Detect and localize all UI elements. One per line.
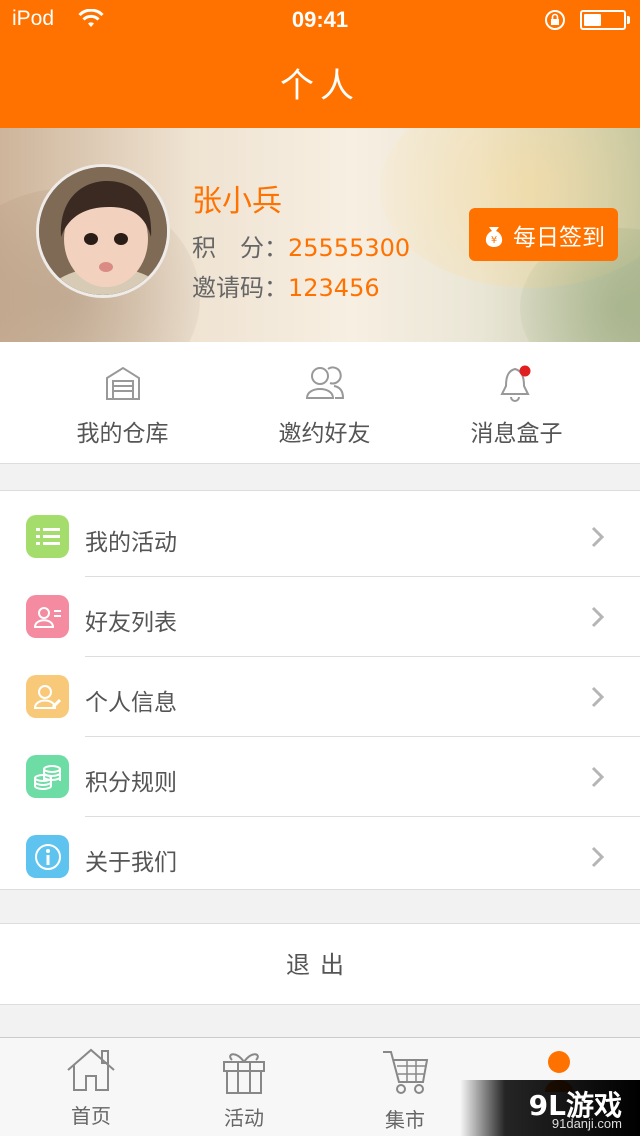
quick-action-label: 我的仓库 — [76, 421, 169, 447]
money-bag-icon: ¥ — [481, 221, 507, 249]
user-name: 张小兵 — [192, 184, 282, 219]
cart-icon — [328, 1046, 482, 1096]
menu-item-label: 我的活动 — [85, 530, 177, 556]
watermark-url: 91danji.com — [551, 1116, 622, 1131]
invite-label: 邀请码： — [192, 274, 288, 302]
menu-item-points-rules[interactable]: 积分规则 — [0, 737, 640, 817]
invite-friends-button[interactable]: 邀约好友 — [218, 342, 431, 464]
header-bar: iPod 09:41 个人 — [0, 0, 640, 128]
logout-button[interactable]: 退出 — [0, 923, 640, 1005]
tab-label: 活动 — [224, 1106, 264, 1130]
svg-text:¥: ¥ — [491, 235, 497, 246]
contact-card-icon — [26, 595, 69, 638]
menu-item-personal-info[interactable]: 个人信息 — [0, 657, 640, 737]
invite-line: 邀请码：123456 — [192, 268, 380, 303]
chevron-right-icon — [590, 605, 606, 633]
friends-icon — [218, 364, 431, 404]
battery-tip — [627, 16, 630, 24]
invite-code: 123456 — [288, 274, 380, 302]
menu-item-label: 关于我们 — [85, 850, 177, 876]
quick-actions: 我的仓库 邀约好友 消息盒子 — [0, 342, 640, 464]
menu-item-my-activities[interactable]: 我的活动 — [0, 497, 640, 577]
list-icon — [26, 515, 69, 558]
rotation-lock-icon — [544, 9, 568, 35]
gift-icon — [167, 1046, 321, 1096]
chevron-right-icon — [590, 525, 606, 553]
page-title: 个人 — [280, 66, 360, 106]
tab-label: 集市 — [385, 1108, 425, 1132]
points-label: 积 分： — [192, 234, 288, 262]
info-icon — [26, 835, 69, 878]
status-bar: iPod 09:41 — [0, 0, 640, 40]
coins-icon — [26, 755, 69, 798]
my-warehouse-button[interactable]: 我的仓库 — [16, 342, 229, 464]
points-line: 积 分：25555300 — [192, 228, 410, 263]
chevron-right-icon — [590, 685, 606, 713]
checkin-label: 每日签到 — [513, 224, 605, 251]
chevron-right-icon — [590, 765, 606, 793]
menu-item-label: 个人信息 — [85, 690, 177, 716]
points-value: 25555300 — [288, 234, 411, 262]
message-box-button[interactable]: 消息盒子 — [410, 342, 623, 464]
site-watermark: 9L游戏 91danji.com — [460, 1080, 640, 1136]
home-icon — [14, 1046, 168, 1092]
daily-checkin-button[interactable]: ¥ 每日签到 — [469, 208, 618, 261]
user-edit-icon — [26, 675, 69, 718]
quick-action-label: 邀约好友 — [278, 421, 371, 447]
battery-fill — [584, 14, 601, 26]
quick-action-label: 消息盒子 — [470, 421, 563, 447]
profile-header: 张小兵 积 分：25555300 邀请码：123456 ¥ 每日签到 — [0, 128, 640, 342]
menu-item-label: 积分规则 — [85, 770, 177, 796]
battery-icon — [580, 10, 626, 30]
tab-market[interactable]: 集市 — [328, 1038, 482, 1136]
settings-menu: 我的活动 好友列表 个人信息 积分规则 关于我们 — [0, 490, 640, 890]
avatar[interactable] — [36, 164, 170, 298]
tab-home[interactable]: 首页 — [14, 1038, 168, 1136]
menu-item-about-us[interactable]: 关于我们 — [0, 817, 640, 897]
tab-activities[interactable]: 活动 — [167, 1038, 321, 1136]
chevron-right-icon — [590, 845, 606, 873]
tab-label: 首页 — [71, 1104, 111, 1128]
warehouse-icon — [16, 364, 229, 404]
menu-item-label: 好友列表 — [85, 610, 177, 636]
menu-item-friend-list[interactable]: 好友列表 — [0, 577, 640, 657]
bell-icon — [410, 364, 623, 404]
